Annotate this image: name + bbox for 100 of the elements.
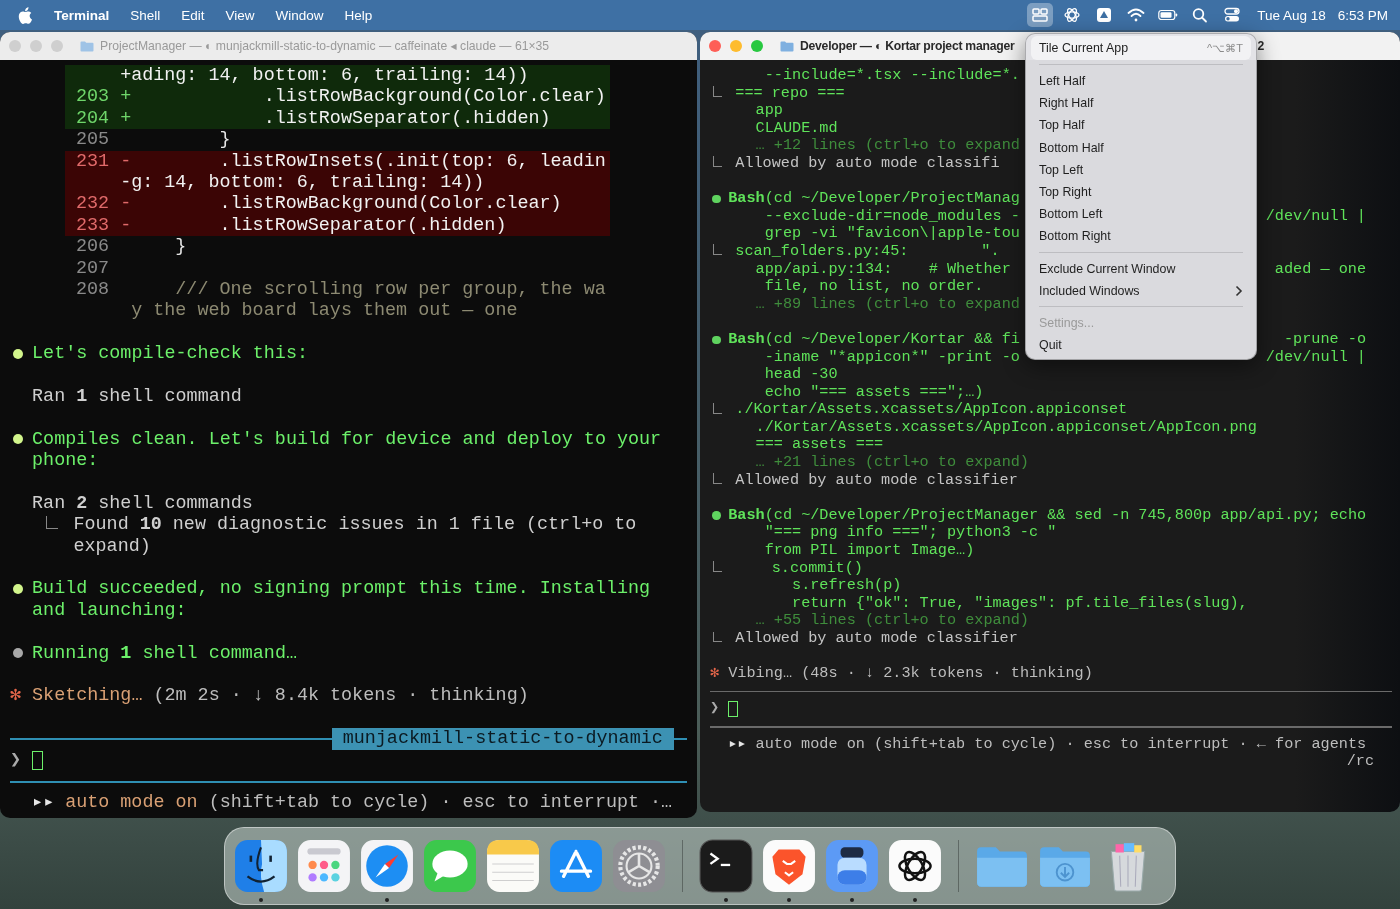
prompt-glyph: ❯ xyxy=(710,700,721,718)
command-text: Bash(cd ~/Developer/Kortar && fi xyxy=(728,330,1020,349)
knot-icon[interactable] xyxy=(888,839,942,893)
menu-bar-item[interactable]: Shell xyxy=(130,7,161,23)
hint-text: (shift+tab to cycle) · esc to interrupt ·… xyxy=(208,792,673,814)
collapsed-lines-hint: … +55 lines (ctrl+o to expand) xyxy=(755,612,1029,630)
output-line: app xyxy=(755,102,783,120)
code-line: +ading: 14, bottom: 6, trailing: 14)) xyxy=(120,65,529,87)
message-text: Running 1 shell command… xyxy=(32,642,298,665)
output-line: -iname "*appicon*" -print -o xyxy=(764,348,1020,367)
menu-bar-time[interactable]: 6:53 PM xyxy=(1337,7,1388,23)
message-text: Ran 1 shell command xyxy=(32,385,242,408)
output-line: file, no list, no order. xyxy=(764,278,984,296)
menu-item[interactable]: Quit xyxy=(1031,334,1251,357)
menu-item[interactable]: Bottom Left xyxy=(1031,203,1251,226)
output-line: scan_folders.py:45: ". xyxy=(735,242,1000,261)
code-line: /// One scrolling row per group, the wa xyxy=(174,278,606,301)
folder-icon xyxy=(80,40,94,52)
code-line: .listRowBackground(Color.clear) xyxy=(262,86,606,108)
output-line: s.commit() xyxy=(770,559,863,578)
diff-sign: - xyxy=(120,193,132,215)
output-line: === repo === xyxy=(735,84,845,103)
menu-item[interactable]: Exclude Current Window xyxy=(1031,257,1251,280)
gear-icon[interactable] xyxy=(612,839,666,893)
mode-arrows: ▸▸ xyxy=(728,735,748,754)
note-text: Allowed by auto mode classifier xyxy=(735,471,1018,490)
menu-bar-item[interactable]: Window xyxy=(275,7,324,23)
menu-item[interactable]: Top Left xyxy=(1031,158,1251,181)
output-line: --include=*.tsx --include=*. xyxy=(764,67,1020,85)
tree-connector xyxy=(712,631,723,643)
output-line: === assets === xyxy=(755,436,884,455)
apple-icon[interactable] xyxy=(18,6,32,24)
collapsed-lines-hint: … +89 lines (ctrl+o to expand xyxy=(755,295,1020,314)
smiling-face-icon[interactable] xyxy=(234,839,288,893)
diff-sign: + xyxy=(120,107,132,130)
jar-icon[interactable] xyxy=(825,839,879,893)
app-grid-icon[interactable] xyxy=(297,839,351,893)
menu-item[interactable]: Bottom Half xyxy=(1031,136,1251,159)
menu-item[interactable]: Included Windows xyxy=(1031,279,1251,302)
tree-connector xyxy=(712,473,723,485)
hint-text: (shift+tab to cycle) · esc to interrupt · ← for agents xyxy=(874,735,1367,754)
diff-sign: - xyxy=(120,150,132,172)
command-text: Bash(cd ~/Developer/ProjectManag xyxy=(728,190,1020,208)
code-line: -g: 14, bottom: 6, trailing: 14)) xyxy=(120,171,485,194)
menu-item: Settings... xyxy=(1038,314,1096,332)
text-cursor[interactable] xyxy=(728,700,738,718)
output-line: grep -vi "favicon\|apple-tou xyxy=(764,225,1020,243)
status-verb: Vibing… xyxy=(728,665,793,683)
output-line: CLAUDE.md xyxy=(755,119,838,138)
output-line: from PIL import Image…) xyxy=(764,542,975,560)
menu-item[interactable]: Left Half xyxy=(1031,70,1251,93)
output-line: head -30 xyxy=(764,366,838,384)
menu-item[interactable]: Bottom Right xyxy=(1031,225,1251,248)
chevron-right-icon xyxy=(1235,284,1243,297)
message-text: Found 10 new diagnostic issues in 1 file (ctrl+o to expand) xyxy=(73,514,638,558)
output-line: -prune -o xyxy=(1283,330,1367,349)
menu-bar-item[interactable]: View xyxy=(225,7,255,23)
message-text: Build succeeded, no signing prompt this time. Installing and launching: xyxy=(32,578,652,622)
letter-a-icon[interactable] xyxy=(549,839,603,893)
compass-icon[interactable] xyxy=(360,839,414,893)
hint-text: /rc xyxy=(1346,752,1374,771)
mode-label: auto mode on xyxy=(755,735,865,754)
terminal-icon[interactable] xyxy=(699,839,753,893)
output-line: return {"ok": True, "images": pf.tile_files(slug), xyxy=(791,594,1248,613)
line-number: 205 xyxy=(76,129,110,151)
menu-item[interactable]: Top Right xyxy=(1031,180,1251,204)
menu-bar-date[interactable]: Tue Aug 18 xyxy=(1257,7,1326,23)
output-line: echo "=== assets ===";…) xyxy=(764,383,984,402)
note-text: Allowed by auto mode classifier xyxy=(735,630,1018,648)
spinner-glyph: ✻ xyxy=(10,685,23,707)
menu-bar-item[interactable]: Help xyxy=(344,7,373,23)
window-grid-icon[interactable] xyxy=(1027,3,1054,27)
menu-item[interactable]: Top Half xyxy=(1031,114,1251,137)
tree-connector xyxy=(712,402,723,414)
menu-bar-item[interactable]: Edit xyxy=(181,7,205,23)
message-text: Ran 2 shell commands xyxy=(32,492,253,515)
app-menu[interactable]: Terminal xyxy=(54,7,110,23)
menu-item[interactable]: Tile Current App ^⌥⌘T xyxy=(1031,36,1251,60)
close-button[interactable] xyxy=(709,40,721,52)
mode-arrows: ▸▸ xyxy=(32,792,56,814)
line-number: 206 xyxy=(76,236,110,258)
command-text: Bash(cd ~/Developer/ProjectManager && sed -n 745,800p app/api.py; echo xyxy=(728,506,1367,525)
output-line: /dev/null | xyxy=(1265,348,1367,367)
text-cursor[interactable] xyxy=(32,750,44,771)
branch-label: munjackmill-static-to-dynamic xyxy=(331,728,674,750)
notepad-icon[interactable] xyxy=(486,839,540,893)
status-detail: (48s · ↓ 2.3k tokens · thinking) xyxy=(801,665,1093,683)
spinner-glyph: ✻ xyxy=(710,665,721,683)
code-line: .listRowSeparator(.hidden) xyxy=(262,107,551,130)
message-text: Compiles clean. Let's build for device and deploy to your phone: xyxy=(32,428,663,472)
diff-sign: + xyxy=(120,86,132,108)
note-text: Allowed by auto mode classifi xyxy=(735,154,1000,173)
line-number: 233 xyxy=(76,214,110,236)
message-text: Let's compile-check this: xyxy=(32,343,309,365)
menu-item[interactable]: Right Half xyxy=(1031,92,1251,115)
zoom-button[interactable] xyxy=(751,40,763,52)
collapsed-lines-hint: … +12 lines (ctrl+o to expand xyxy=(755,137,1020,155)
output-line: /dev/null | xyxy=(1265,207,1367,226)
speech-bubble-icon[interactable] xyxy=(423,839,477,893)
keyboard-shortcut: ^⌥⌘T xyxy=(1207,41,1243,55)
